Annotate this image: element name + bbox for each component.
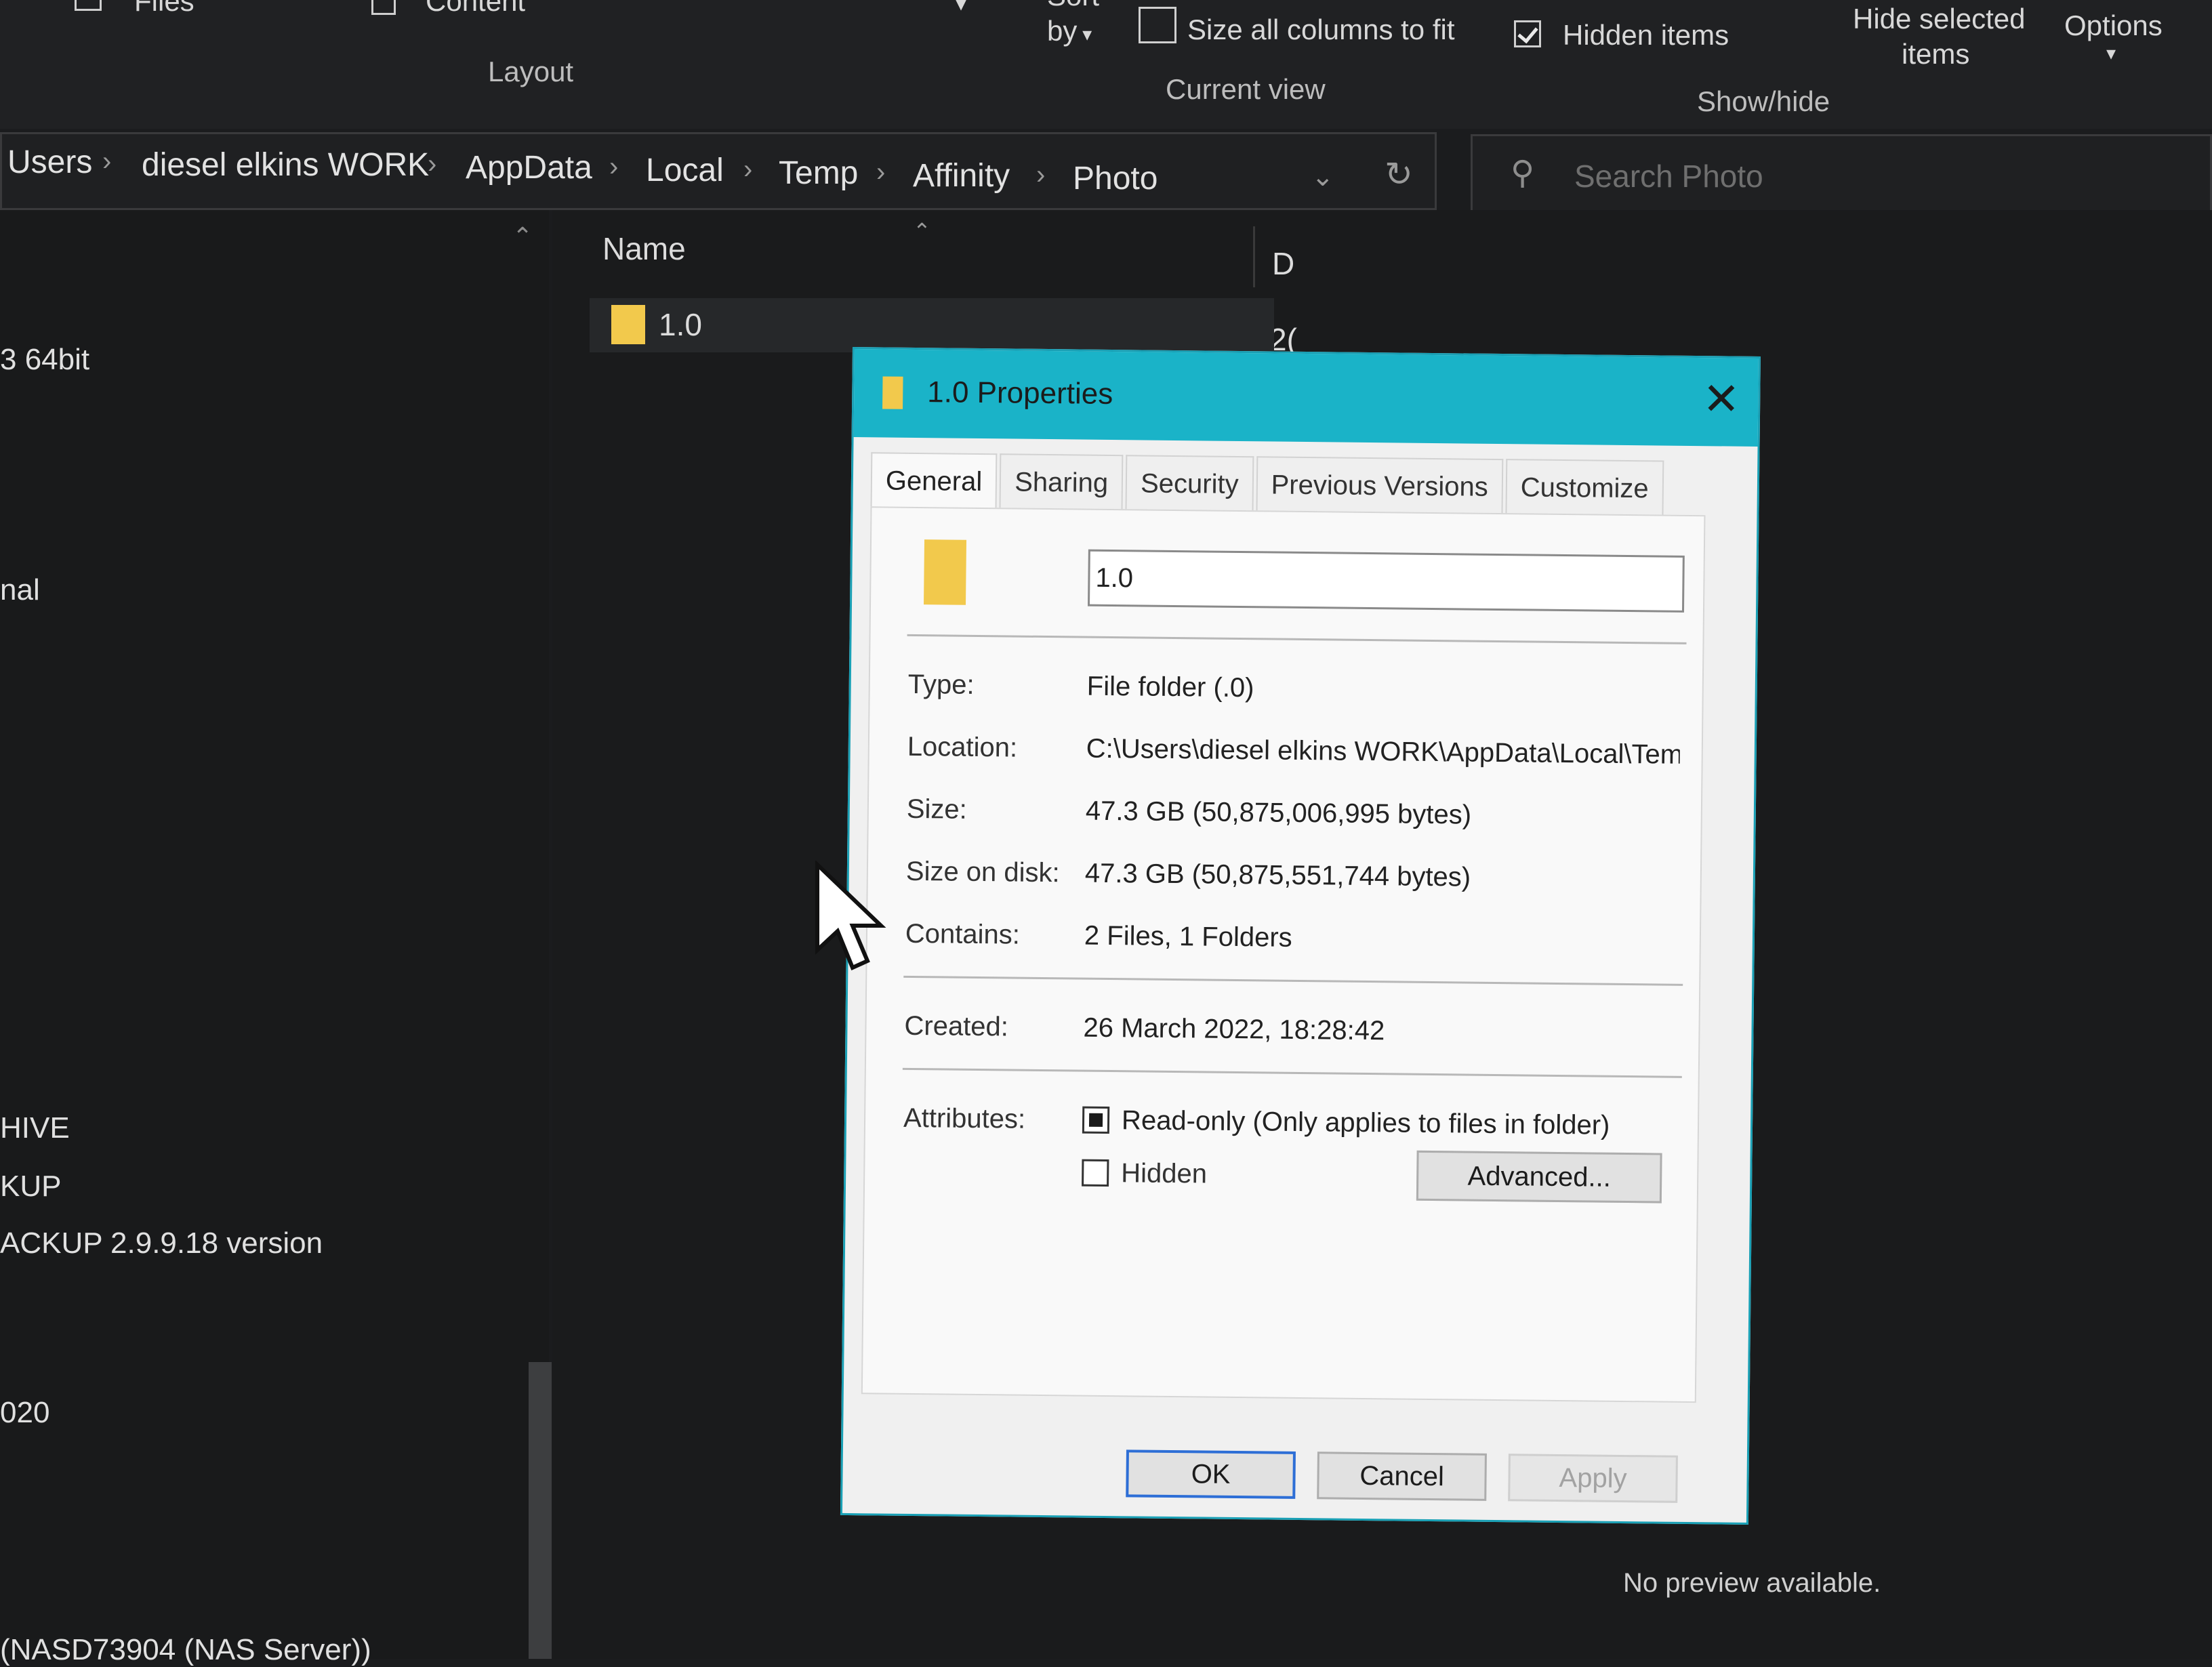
options-chevron-icon[interactable]: ▾ xyxy=(2106,42,2116,64)
search-box[interactable]: ⚲ Search Photo xyxy=(1471,134,2212,214)
hidden-checkbox[interactable] xyxy=(1082,1159,1109,1187)
ribbon-dropdown-icon[interactable]: ▾ xyxy=(954,0,968,18)
layout-group-label: Layout xyxy=(488,56,574,87)
location-label: Location: xyxy=(907,731,1018,763)
nav-item[interactable]: HIVE xyxy=(0,1111,70,1145)
size-value: 47.3 GB (50,875,006,995 bytes) xyxy=(1085,796,1472,830)
breadcrumb-users[interactable]: Users xyxy=(7,144,92,181)
content-view-icon xyxy=(371,0,396,15)
navigation-pane: ⌃ 3 64bit nal HIVE KUP ACKUP 2.9.9.18 ve… xyxy=(0,210,549,1666)
nav-item[interactable]: 3 64bit xyxy=(0,343,89,377)
contains-label: Contains: xyxy=(905,918,1021,950)
hidden-items-checkbox[interactable] xyxy=(1514,20,1541,47)
created-label: Created: xyxy=(904,1010,1009,1042)
ok-button[interactable]: OK xyxy=(1126,1449,1296,1499)
folder-name-input[interactable] xyxy=(1088,549,1685,613)
type-label: Type: xyxy=(907,669,975,700)
column-header-date[interactable]: D xyxy=(1272,245,1294,282)
sort-label[interactable]: Sort xyxy=(1047,0,1099,12)
folder-icon xyxy=(611,305,645,344)
close-icon[interactable]: ✕ xyxy=(1702,373,1740,426)
hide-selected-items-button-line2[interactable]: items xyxy=(1902,38,1969,70)
size-label: Size: xyxy=(906,794,968,825)
address-history-chevron-icon[interactable]: ⌄ xyxy=(1311,161,1334,192)
created-value: 26 March 2022, 18:28:42 xyxy=(1083,1012,1385,1046)
folder-large-icon xyxy=(924,539,967,605)
nav-scroll-up-icon[interactable]: ⌃ xyxy=(512,222,533,251)
attributes-label: Attributes: xyxy=(903,1103,1026,1134)
nav-item[interactable]: (NASD73904 (NAS Server)) xyxy=(0,1633,371,1667)
breadcrumb-temp[interactable]: Temp xyxy=(779,155,858,192)
location-value: C:\Users\diesel elkins WORK\AppData\Loca… xyxy=(1086,733,1680,770)
divider xyxy=(907,634,1687,644)
tab-previous-versions[interactable]: Previous Versions xyxy=(1256,456,1504,515)
dialog-titlebar[interactable]: 1.0 Properties ✕ xyxy=(853,349,1759,447)
nav-item[interactable]: ACKUP 2.9.9.18 version xyxy=(0,1227,323,1260)
advanced-button[interactable]: Advanced... xyxy=(1416,1150,1662,1203)
dialog-title: 1.0 Properties xyxy=(927,375,1113,411)
breadcrumb-separator-icon: › xyxy=(1036,160,1046,190)
ribbon: Files Content Layout ▾ Sort by ▾ Size al… xyxy=(0,0,2212,129)
breadcrumb-appdata[interactable]: AppData xyxy=(466,149,592,186)
cancel-button[interactable]: Cancel xyxy=(1317,1452,1487,1501)
general-tab-panel: Type: File folder (.0) Location: C:\User… xyxy=(861,506,1706,1403)
size-on-disk-label: Size on disk: xyxy=(905,856,1060,888)
files-icon xyxy=(75,0,102,11)
search-input[interactable]: Search Photo xyxy=(1574,158,1763,194)
type-value: File folder (.0) xyxy=(1086,671,1254,703)
tab-sharing[interactable]: Sharing xyxy=(999,453,1124,511)
table-row[interactable]: 1.0 xyxy=(590,298,1274,352)
folder-icon xyxy=(882,376,903,409)
address-bar[interactable]: Users › diesel elkins WORK › AppData › L… xyxy=(0,132,1437,210)
readonly-checkbox[interactable] xyxy=(1082,1106,1110,1134)
current-view-group-label: Current view xyxy=(1166,73,1326,105)
properties-dialog: 1.0 Properties ✕ General Sharing Securit… xyxy=(840,347,1761,1525)
breadcrumb-local[interactable]: Local xyxy=(646,152,724,189)
contains-value: 2 Files, 1 Folders xyxy=(1084,920,1292,953)
nav-item[interactable]: 020 xyxy=(0,1396,49,1430)
breadcrumb-separator-icon: › xyxy=(609,152,619,182)
breadcrumb-photo[interactable]: Photo xyxy=(1073,160,1158,197)
mouse-cursor-icon xyxy=(815,861,886,971)
breadcrumb-separator-icon: › xyxy=(876,157,886,187)
column-divider[interactable] xyxy=(1253,226,1255,287)
search-icon: ⚲ xyxy=(1511,155,1535,191)
tab-general[interactable]: General xyxy=(870,452,998,510)
breadcrumb-user-folder[interactable]: diesel elkins WORK xyxy=(142,146,429,184)
breadcrumb-affinity[interactable]: Affinity xyxy=(913,157,1010,194)
nav-item[interactable]: nal xyxy=(0,573,40,607)
breadcrumb-separator-icon: › xyxy=(428,149,437,179)
options-button[interactable]: Options xyxy=(2064,9,2163,42)
size-on-disk-value: 47.3 GB (50,875,551,744 bytes) xyxy=(1084,858,1471,892)
show-hide-group-label: Show/hide xyxy=(1697,85,1830,117)
column-header-name[interactable]: Name xyxy=(602,230,686,267)
divider xyxy=(902,1067,1682,1078)
readonly-label[interactable]: Read-only (Only applies to files in fold… xyxy=(1122,1105,1677,1142)
files-view-label[interactable]: Files xyxy=(134,0,194,18)
hidden-label[interactable]: Hidden xyxy=(1121,1158,1207,1189)
nav-scrollbar[interactable] xyxy=(529,1362,552,1659)
preview-pane-text: No preview available. xyxy=(1623,1568,1881,1598)
breadcrumb-separator-icon: › xyxy=(102,146,112,176)
hide-selected-items-button-line1[interactable]: Hide selected xyxy=(1853,3,2025,35)
nav-item[interactable]: KUP xyxy=(0,1170,61,1203)
sort-ascending-icon: ⌃ xyxy=(913,219,931,243)
size-all-columns-button[interactable]: Size all columns to fit xyxy=(1187,14,1455,46)
content-view-label[interactable]: Content xyxy=(426,0,525,18)
size-columns-icon xyxy=(1139,7,1176,43)
hidden-items-label: Hidden items xyxy=(1563,19,1729,51)
sort-by-button[interactable]: by ▾ xyxy=(1047,15,1092,47)
breadcrumb-separator-icon: › xyxy=(743,155,753,184)
refresh-icon[interactable]: ↻ xyxy=(1385,155,1413,194)
tab-security[interactable]: Security xyxy=(1125,455,1254,512)
dialog-tabs: General Sharing Security Previous Versio… xyxy=(870,452,1664,516)
divider xyxy=(903,975,1683,986)
tab-customize[interactable]: Customize xyxy=(1505,459,1664,516)
chevron-down-icon: ▾ xyxy=(1077,24,1092,45)
file-row-name: 1.0 xyxy=(659,307,702,342)
apply-button[interactable]: Apply xyxy=(1508,1454,1678,1503)
sort-by-label: by xyxy=(1047,15,1078,47)
